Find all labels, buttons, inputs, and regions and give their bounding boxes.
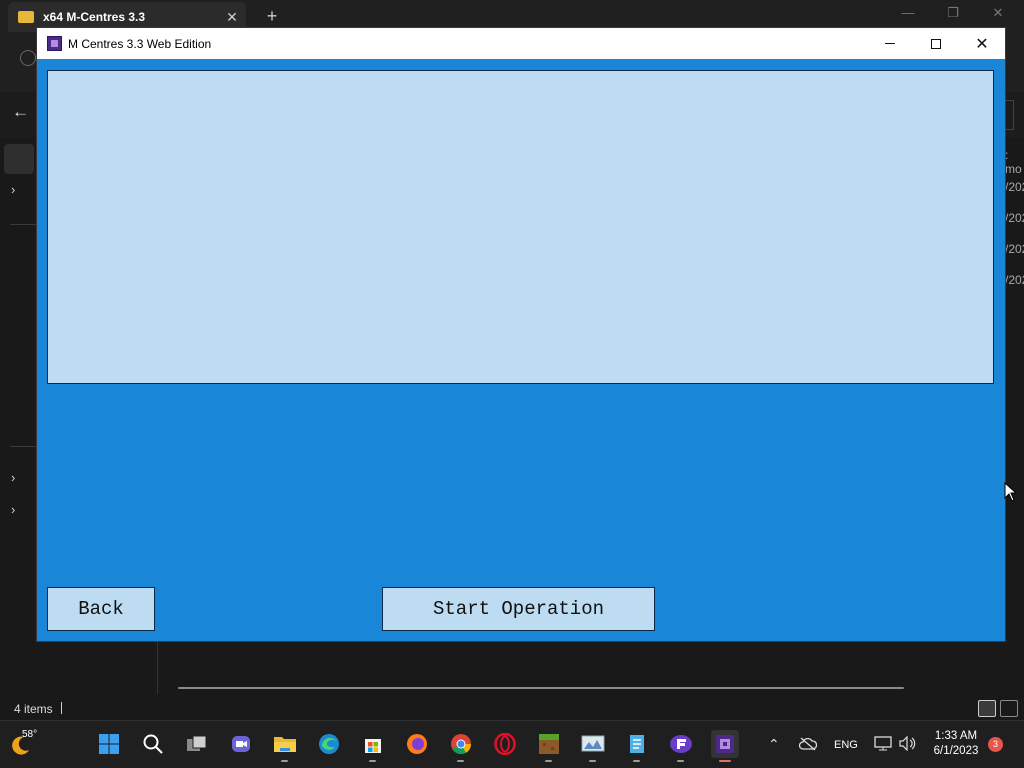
notification-badge[interactable]: 3	[988, 737, 1003, 752]
tab-close-icon[interactable]: ✕	[218, 9, 246, 26]
teams-chat-icon	[232, 736, 250, 752]
m-centres-taskbar-button[interactable]	[711, 730, 739, 762]
sidebar-item-selected[interactable]	[4, 144, 34, 174]
opera-button[interactable]	[491, 730, 519, 758]
sidebar-divider	[10, 224, 36, 225]
language-indicator[interactable]: ENG	[834, 739, 858, 751]
clock[interactable]: 1:33 AM 6/1/2023	[926, 729, 986, 759]
cursor-icon	[1004, 482, 1018, 502]
teams-chat-button[interactable]	[227, 730, 255, 758]
opera-icon	[494, 733, 516, 755]
minecraft-icon	[539, 734, 559, 754]
close-button[interactable]: ✕	[959, 28, 1005, 59]
app-title: M Centres 3.3 Web Edition	[68, 36, 212, 51]
active-indicator	[719, 760, 731, 762]
weather-temperature: 58°	[22, 729, 38, 740]
chevron-right-icon[interactable]: ›	[11, 470, 15, 485]
chevron-right-icon[interactable]: ›	[11, 182, 15, 197]
new-item-icon[interactable]	[20, 50, 36, 66]
running-indicator	[589, 760, 596, 762]
running-indicator	[457, 760, 464, 762]
clock-date: 6/1/2023	[933, 745, 979, 757]
status-separator	[61, 702, 62, 714]
content-panel	[47, 70, 994, 384]
onedrive-off-icon[interactable]	[799, 737, 817, 751]
app-icon	[47, 36, 62, 51]
app-titlebar: M Centres 3.3 Web Edition ✕	[37, 28, 1005, 59]
file-explorer-icon	[274, 737, 296, 752]
running-indicator	[633, 760, 640, 762]
list-item: : mo	[1005, 148, 1022, 176]
taskbar: 58° ⌃ ENG 1:33 AM 6/1/2023 3	[0, 720, 1024, 768]
firefox-button[interactable]	[403, 730, 431, 758]
store-icon	[365, 739, 381, 753]
search-button[interactable]	[139, 730, 167, 758]
folder-icon	[18, 11, 34, 23]
minimize-icon	[885, 43, 895, 44]
sidebar-divider	[10, 446, 36, 447]
edge-button[interactable]	[315, 730, 343, 758]
chrome-icon	[451, 734, 472, 755]
start-button[interactable]	[95, 730, 123, 758]
windows-logo-icon	[99, 734, 119, 754]
tiles-view-icon[interactable]	[1000, 700, 1018, 717]
search-icon	[143, 734, 163, 754]
notepad-button[interactable]	[623, 730, 651, 762]
m-centres-window: M Centres 3.3 Web Edition ✕ Back Start O…	[36, 27, 1006, 642]
explorer-close-button[interactable]: ✕	[988, 5, 1008, 21]
photos-icon	[581, 735, 605, 752]
m-centres-icon	[716, 735, 734, 753]
list-item: /202	[1005, 242, 1024, 256]
item-count: 4 items	[14, 702, 53, 716]
chevron-up-icon[interactable]: ⌃	[768, 736, 780, 753]
list-item: /202	[1005, 180, 1024, 194]
start-operation-button[interactable]: Start Operation	[382, 587, 655, 631]
explorer-minimize-button[interactable]: —	[898, 5, 918, 20]
app-button[interactable]	[667, 730, 695, 762]
running-indicator	[369, 760, 376, 762]
new-tab-button[interactable]: +	[262, 6, 282, 27]
back-button[interactable]: Back	[47, 587, 155, 631]
explorer-restore-button[interactable]: ❐	[943, 5, 963, 21]
store-button[interactable]	[359, 730, 387, 762]
file-explorer-button[interactable]	[271, 730, 299, 762]
list-item: /202	[1005, 273, 1024, 287]
volume-icon[interactable]	[899, 736, 917, 751]
app-icon	[670, 735, 692, 753]
running-indicator	[281, 760, 288, 762]
status-bar: 4 items	[0, 697, 1024, 720]
clock-time: 1:33 AM	[934, 730, 978, 742]
horizontal-scrollbar[interactable]	[178, 687, 904, 689]
task-view-button[interactable]	[183, 730, 211, 758]
chrome-button[interactable]	[447, 730, 475, 762]
task-view-icon	[187, 735, 207, 751]
firefox-icon	[407, 734, 427, 754]
photos-button[interactable]	[579, 730, 607, 762]
network-icon[interactable]	[874, 736, 892, 751]
minimize-button[interactable]	[867, 28, 913, 59]
maximize-icon	[931, 38, 941, 49]
edge-icon	[319, 734, 339, 754]
details-view-icon[interactable]	[978, 700, 996, 717]
nav-back-icon[interactable]: ←	[12, 102, 29, 122]
notepad-icon	[630, 735, 644, 753]
maximize-button[interactable]	[913, 28, 959, 59]
minecraft-button[interactable]	[535, 730, 563, 762]
list-item: /202	[1005, 211, 1024, 225]
running-indicator	[677, 760, 684, 762]
running-indicator	[545, 760, 552, 762]
explorer-tab-title: x64 M-Centres 3.3	[43, 10, 146, 24]
chevron-right-icon[interactable]: ›	[11, 502, 15, 517]
